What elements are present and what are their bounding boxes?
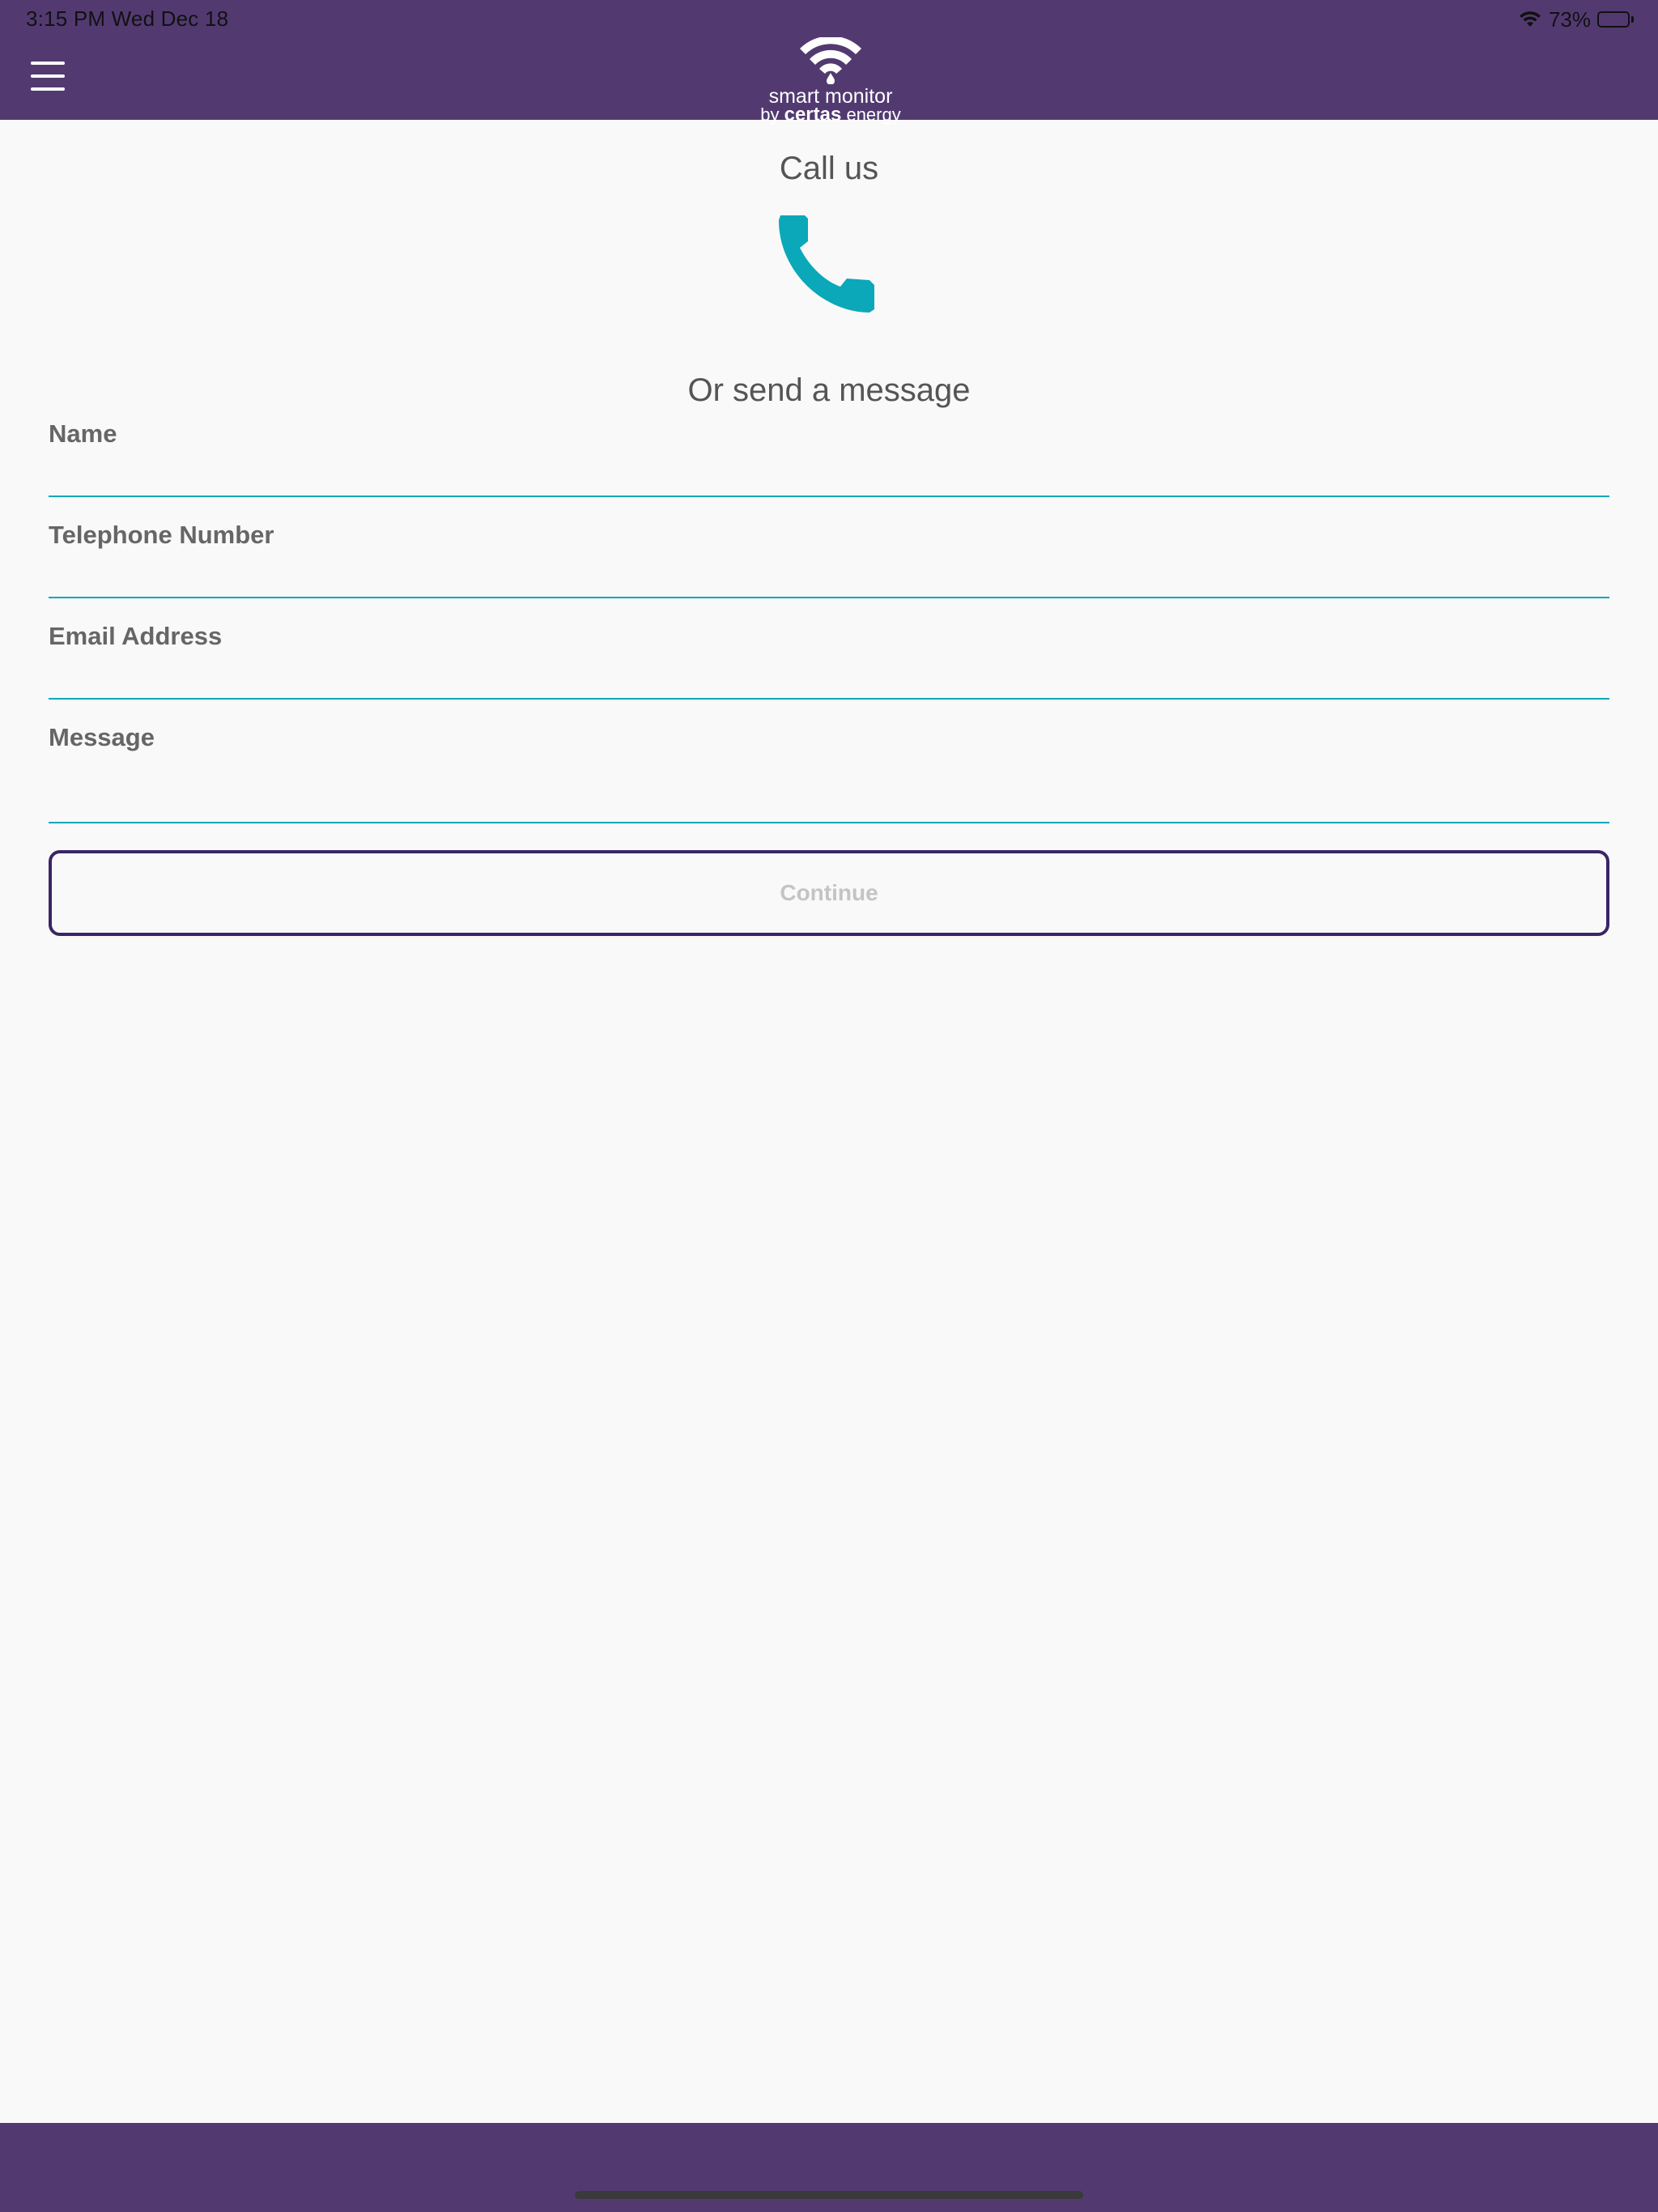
app-logo: smart monitor by certas energy [748, 37, 913, 125]
battery-percent: 73% [1548, 6, 1591, 32]
telephone-input[interactable] [49, 558, 1609, 593]
email-input[interactable] [49, 659, 1609, 695]
call-us-heading: Call us [779, 151, 879, 186]
send-message-heading: Or send a message [687, 372, 971, 408]
wifi-drop-logo-icon [748, 37, 913, 84]
name-input[interactable] [49, 457, 1609, 492]
continue-button[interactable]: Continue [49, 850, 1609, 936]
logo-subtitle: by certas energy [760, 104, 901, 125]
wifi-icon [1518, 11, 1542, 28]
message-input[interactable] [49, 783, 1609, 819]
message-field: Message [49, 723, 1609, 823]
logo-brand: certas [784, 104, 842, 125]
name-field: Name [49, 419, 1609, 497]
hamburger-menu-button[interactable] [31, 60, 66, 96]
message-label: Message [49, 723, 155, 751]
bottom-bar [0, 2123, 1658, 2212]
battery-icon [1597, 11, 1634, 28]
status-indicators: 73% [1518, 6, 1634, 32]
email-field: Email Address [49, 622, 1609, 700]
phone-icon[interactable] [776, 212, 881, 317]
home-indicator[interactable] [575, 2191, 1083, 2199]
header-bar: 3:15 PM Wed Dec 18 73% smart monitor by … [0, 0, 1658, 125]
telephone-field: Telephone Number [49, 521, 1609, 598]
telephone-label: Telephone Number [49, 521, 274, 549]
name-label: Name [49, 419, 117, 448]
status-time-date: 3:15 PM Wed Dec 18 [26, 6, 229, 31]
email-label: Email Address [49, 622, 223, 650]
